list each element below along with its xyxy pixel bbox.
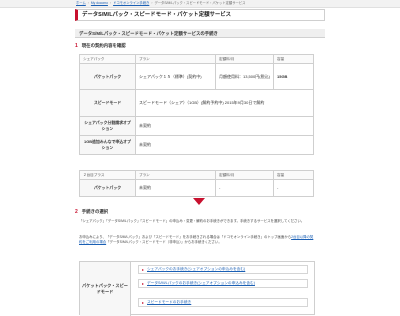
section-heading-2: 2 手続きの選択 [75,208,325,216]
procedure-link[interactable]: データS/M/Lパックのお手続き(シェアオプションの申込みを含む) [147,281,255,285]
breadcrumb-home-link[interactable]: ホーム [76,1,86,5]
row-label: パケットパック [79,179,136,197]
note-text-part: 「データS/M/Lパック・スピードモード（非申込）」からお手続きください。 [106,240,222,245]
breadcrumb-separator: › [109,1,112,5]
breadcrumb-separator: › [151,1,153,5]
chevron-right-icon: ▸ [142,267,145,272]
breadcrumb-separator: › [87,1,89,5]
page-subtitle: データS/M/Lパック・スピードモード・パケット定額サービスの手続き [75,29,325,38]
procedure-label: パケットパック・スピードモード [80,262,131,316]
breadcrumb: ホーム › My docomo › ドコモオンライン手続き › データS/M/Lパック・スピ… [76,0,245,7]
chevron-right-icon: ▸ [142,300,145,305]
page-title: データS/M/Lパック・スピードモード・パケット定額サービス [75,9,325,21]
instruction-text: 「シェアパック」「データS/M/Lパック」「スピードモード」の申込み・変更・解約… [79,219,305,223]
plan-cell: スピードモード（シェア）（1GB）(解約予約中) 2015年9月30日で解約 [135,89,314,117]
breadcrumb-mydocomo-link[interactable]: My docomo [91,1,108,5]
plan-cell: 未契約 [135,135,314,155]
speed-mode-procedure-button[interactable]: ▸ スピードモードのお手続き [138,298,308,307]
table-row: スピードモード スピードモード（シェア）（1GB）(解約予約中) 2015年9月… [79,89,314,117]
fee-cell: 月額使用料：13,500円(税込) [215,63,274,90]
column-header: 容量 [273,170,314,180]
procedure-link[interactable]: シェアパックのお手続き(シェアオプションの申込みを含む) [147,267,245,271]
plan-cell: 未契約 [135,179,216,197]
section-title: 手続きの選択 [81,209,109,214]
capacity-cell: 15GB [273,63,314,90]
plan-cell: 未契約 [135,116,314,136]
table-row: パケットパック 未契約 - - [79,179,314,197]
column-header: 定額料/月 [215,54,274,64]
fee-cell: - [215,179,274,197]
breadcrumb-online-link[interactable]: ドコモオンライン手続き [113,1,149,5]
note-text: お申込みにより、「データS/M/Lパック」および「スピードモード」をお手続きされ… [79,235,315,245]
row-label: シェアパック分割請求オプション [79,116,136,136]
column-header: 定額料/月 [215,170,274,180]
column-header: 容量 [273,54,314,64]
note-text-part: お申込みにより、「データS/M/Lパック」および「スピードモード」をお手続きされ… [79,235,292,239]
data-pack-procedure-button[interactable]: ▸ データS/M/Lパックのお手続き(シェアオプションの申込みを含む) [138,279,308,288]
row-label: スピードモード [79,89,136,117]
table-header-row: ２台目プラス プラン 定額料/月 容量 [79,170,314,180]
table-row: シェアパック分割請求オプション 未契約 [79,116,314,136]
table-row: パケットパック シェアパック１５（標準）(契約中) 月額使用料：13,500円(… [79,63,314,90]
breadcrumb-current: データS/M/Lパック・スピードモード・パケット定額サービス [154,1,246,5]
column-header: ２台目プラス [79,170,136,180]
capacity-cell: - [273,179,314,197]
contract-table: シェアパック プラン 定額料/月 容量 パケットパック シェアパック１５（標準）… [79,54,314,155]
table-row: 1GB追加みんなで申込オプション 未契約 [79,135,314,155]
share-pack-procedure-button[interactable]: ▸ シェアパックのお手続き(シェアオプションの申込みを含む) [138,265,308,274]
section-heading-1: 1 現在の契約内容を確認 [75,42,325,50]
section-number: 1 [75,43,78,49]
down-arrow-icon [193,198,205,205]
procedure-link[interactable]: スピードモードのお手続き [147,300,191,304]
second-device-table: ２台目プラス プラン 定額料/月 容量 パケットパック 未契約 - - [79,170,314,197]
chevron-right-icon: ▸ [142,281,145,286]
column-header: プラン [135,170,216,180]
section-number: 2 [75,209,78,215]
section-title: 現在の契約内容を確認 [81,43,126,48]
row-label: 1GB追加みんなで申込オプション [79,135,136,155]
column-header: プラン [135,54,216,64]
column-header: シェアパック [79,54,136,64]
procedure-box: パケットパック・スピードモード ▸ シェアパックのお手続き(シェアオプションの申… [79,261,315,316]
table-header-row: シェアパック プラン 定額料/月 容量 [79,54,314,64]
row-label: パケットパック [79,63,136,90]
plan-cell: シェアパック１５（標準）(契約中) [135,63,216,90]
